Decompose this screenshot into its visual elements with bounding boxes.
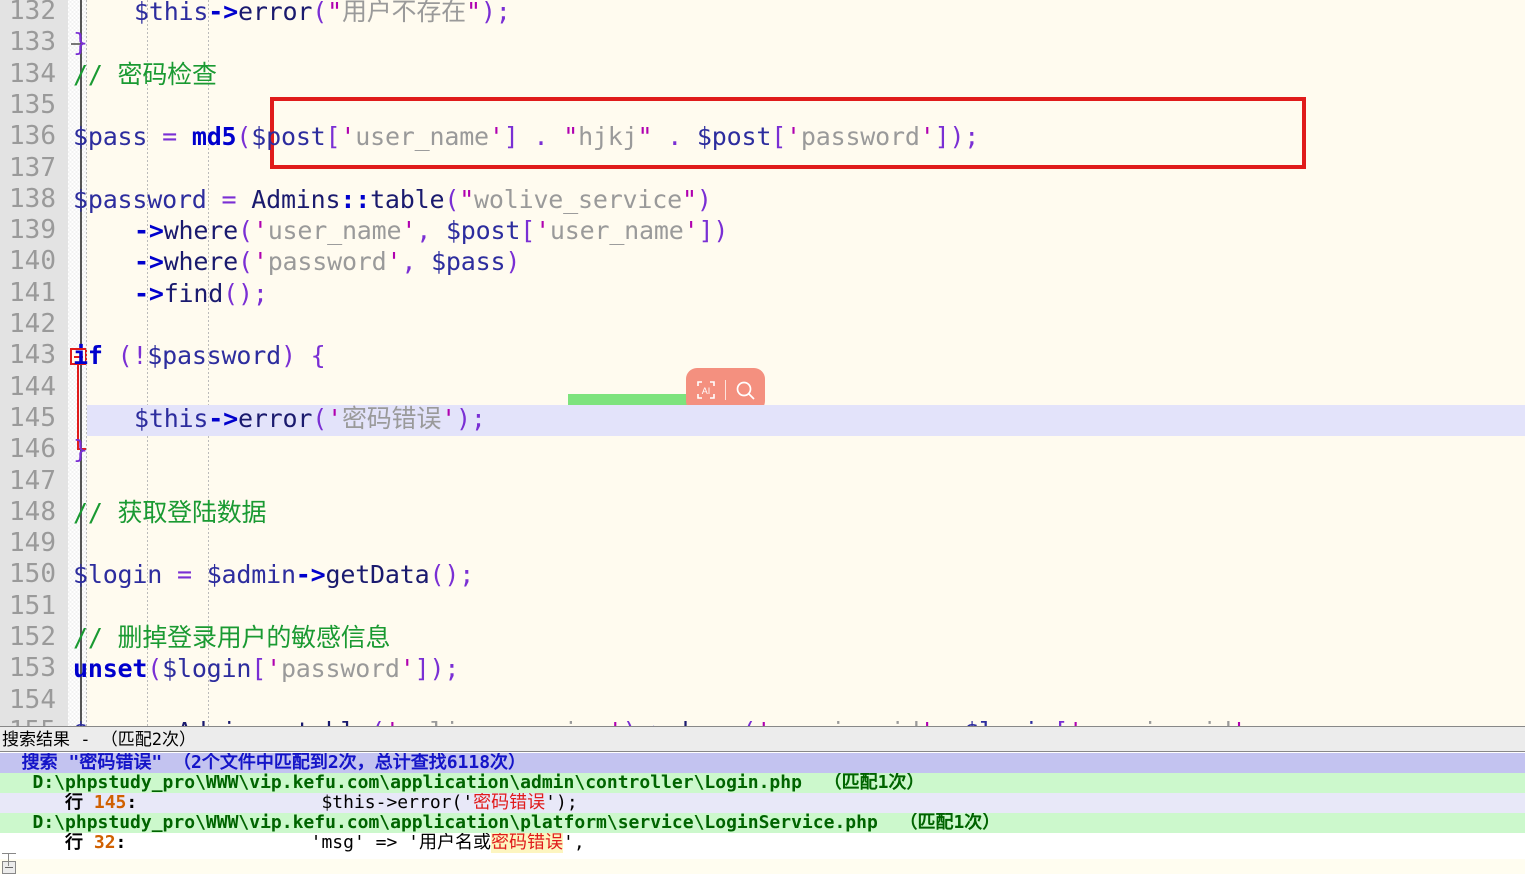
result-file-row[interactable]: D:\phpstudy_pro\WWW\vip.kefu.com\applica… xyxy=(0,813,1525,833)
line-number: 153 xyxy=(9,653,56,684)
code-line[interactable]: $res = Admins::table('wolive_service')->… xyxy=(73,716,1247,726)
code-line[interactable]: // 密码检查 xyxy=(73,59,217,90)
code-line[interactable]: // 获取登陆数据 xyxy=(73,497,267,528)
line-number: 154 xyxy=(9,684,56,715)
line-number: 150 xyxy=(9,559,56,590)
code-line[interactable]: unset($login['password']); xyxy=(73,653,459,684)
code-line[interactable]: // 删掉登录用户的敏感信息 xyxy=(73,622,391,653)
ai-icon[interactable]: AI xyxy=(690,375,722,405)
line-number: 132 xyxy=(9,0,56,26)
code-line[interactable]: ->find(); xyxy=(134,278,268,309)
result-file-row[interactable]: D:\phpstudy_pro\WWW\vip.kefu.com\applica… xyxy=(0,773,1525,793)
line-number: 141 xyxy=(9,277,56,308)
result-match-row[interactable]: 行 32: 'msg' => '用户名或密码错误', xyxy=(0,833,1525,853)
line-number: 138 xyxy=(9,183,56,214)
line-number: 149 xyxy=(9,528,56,559)
line-number: 143 xyxy=(9,340,56,371)
line-number: 136 xyxy=(9,121,56,152)
line-number: 144 xyxy=(9,371,56,402)
line-number: 137 xyxy=(9,152,56,183)
line-number: 142 xyxy=(9,309,56,339)
line-number: 151 xyxy=(9,590,56,621)
code-line[interactable]: $password = Admins::table("wolive_servic… xyxy=(73,184,712,215)
line-number: 148 xyxy=(9,496,56,527)
line-number: 133 xyxy=(9,27,56,58)
line-number: 140 xyxy=(9,246,56,277)
line-number: 155 xyxy=(0,716,56,726)
code-line[interactable]: if (!$password) { xyxy=(73,340,326,371)
code-line[interactable]: $this->error('密码错误'); xyxy=(134,403,486,434)
code-line[interactable]: } xyxy=(73,27,88,58)
line-number: 146 xyxy=(9,434,56,465)
line-number: 135 xyxy=(9,89,56,120)
search-results-panel[interactable]: 搜索结果 - （匹配2次） 搜索 "密码错误" （2个文件中匹配到2次，总计查找… xyxy=(0,726,1525,874)
code-line[interactable]: ->where('password', $pass) xyxy=(134,246,520,277)
code-line[interactable]: } xyxy=(73,434,88,465)
line-number: 147 xyxy=(9,465,56,496)
code-line[interactable]: $this->error("用户不存在"); xyxy=(134,0,511,27)
line-number: 145 xyxy=(9,402,56,433)
code-editor[interactable]: 132 133 134 135 136 137 138 139 140 141 142 143 144 1… xyxy=(0,0,1525,726)
code-line[interactable]: $login = $admin->getData(); xyxy=(73,559,474,590)
code-line[interactable]: ->where('user_name', $post['user_name']) xyxy=(134,215,728,246)
search-summary-row[interactable]: 搜索 "密码错误" （2个文件中匹配到2次，总计查找6118次） xyxy=(0,753,1525,773)
code-line[interactable]: $pass = md5($post['user_name'] . "hjkj" … xyxy=(73,121,979,152)
line-number: 152 xyxy=(9,622,56,652)
line-number: 134 xyxy=(9,58,56,89)
svg-text:AI: AI xyxy=(702,386,711,396)
editor-window: 132 133 134 135 136 137 138 139 140 141 142 143 144 1… xyxy=(0,0,1525,874)
search-icon[interactable] xyxy=(729,375,761,405)
panel-title: 搜索结果 - （匹配2次） xyxy=(0,726,1525,752)
line-number: 139 xyxy=(9,215,56,246)
result-tree-toggle[interactable] xyxy=(2,861,16,874)
result-match-row[interactable]: 行 145: $this->error('密码错误'); xyxy=(0,793,1525,813)
toolbar-divider xyxy=(725,380,726,400)
